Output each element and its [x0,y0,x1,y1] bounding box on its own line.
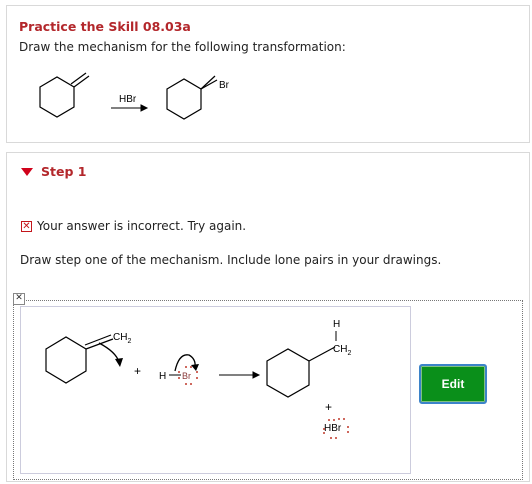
hbr-label: HBr [324,423,342,434]
reaction-arrow [111,104,149,112]
forward-arrow [219,371,261,379]
reaction-scheme: HBr Br [39,72,230,120]
plus-sign: + [134,364,141,378]
question-title: Practice the Skill 08.03a [19,19,191,34]
step-panel: Step 1 ✕ Your answer is incorrect. Try a… [6,152,530,482]
curved-arrow-2 [174,354,196,372]
step-header[interactable]: Step 1 [21,164,86,179]
product-br-label: Br [219,80,230,91]
product-h-label: H [333,319,340,330]
reactant-methylenecyclohexane [39,72,90,118]
ch2-label: CH2 [113,332,131,345]
question-prompt: Draw the mechanism for the following tra… [19,40,346,54]
arrow-head-2 [191,364,199,371]
product-structure [166,75,218,120]
drawing-canvas[interactable]: CH2 + H Br H CH2 + HBr [20,306,411,474]
plus-hbr: + [325,400,332,414]
edit-button[interactable]: Edit [419,364,487,404]
step-title: Step 1 [41,164,87,179]
error-message: Your answer is incorrect. Try again. [37,219,247,233]
product-ring [266,346,336,398]
mechanism-drawing: CH2 + H Br H CH2 + HBr [45,319,351,439]
error-x-icon: ✕ [21,220,32,232]
drawing-area: ✕ CH2 + H Br H CH2 + HBr Edit [13,293,523,480]
collapse-triangle-icon[interactable] [21,167,33,176]
error-row: ✕ Your answer is incorrect. Try again. [21,219,246,233]
close-x-icon[interactable]: ✕ [13,293,25,305]
h-label: H [159,371,166,382]
step-instruction: Draw step one of the mechanism. Include … [20,253,442,267]
arrow-head-1 [115,358,123,367]
product-ch2-label: CH2 [333,344,351,357]
br-label: Br [182,371,191,381]
reagent-label: HBr [119,94,137,105]
reactant-ring [45,334,114,384]
question-panel: Practice the Skill 08.03a Draw the mecha… [6,5,530,143]
